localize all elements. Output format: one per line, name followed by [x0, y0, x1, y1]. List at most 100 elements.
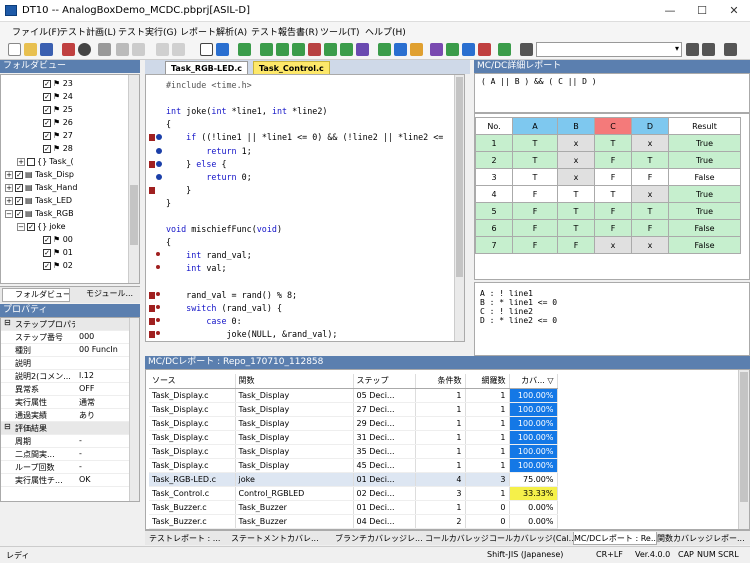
- open-folder-icon[interactable]: [24, 43, 37, 56]
- collapse-icon[interactable]: −: [17, 222, 25, 231]
- tree-item[interactable]: ✓ ⚑ 23: [43, 78, 73, 90]
- tree-item[interactable]: ✓ ⚑ 01: [43, 247, 73, 259]
- tree-scrollbar[interactable]: [128, 75, 139, 283]
- tree-item[interactable]: ✓ ⚑ 00: [43, 234, 73, 246]
- copy-icon[interactable]: [116, 43, 129, 56]
- tree-item[interactable]: ✓ ⚑ 28: [43, 143, 73, 155]
- menu-test-run[interactable]: テスト実行(G): [118, 25, 177, 38]
- menu-test-plan[interactable]: テスト計画(L): [59, 25, 116, 38]
- property-category[interactable]: ⊟ 評価結果: [1, 422, 131, 435]
- truth-table-row[interactable]: 7 F Fx x False: [475, 236, 741, 254]
- menu-report-analysis[interactable]: レポート解析(A): [180, 25, 247, 38]
- menu-test-report[interactable]: テスト報告書(R): [251, 25, 318, 38]
- tree-item[interactable]: ✓ ⚑ 02: [43, 260, 73, 272]
- tree-item[interactable]: ✓ ⚑ 27: [43, 130, 73, 142]
- tree-checkbox[interactable]: ✓: [43, 92, 51, 101]
- grid-icon[interactable]: [430, 43, 443, 56]
- find-prev-icon[interactable]: [686, 43, 699, 56]
- menu-file[interactable]: ファイル(F): [12, 25, 60, 38]
- play-icon[interactable]: [216, 43, 229, 56]
- truth-table-row[interactable]: 4 F T Tx True: [475, 185, 741, 203]
- gear-icon[interactable]: [98, 43, 111, 56]
- tree-checkbox[interactable]: ✓: [15, 183, 23, 192]
- undo-icon[interactable]: [156, 43, 169, 56]
- table-icon[interactable]: [238, 43, 251, 56]
- table-row[interactable]: Task_Display.c Task_Display 27 Deci... 1 1 10…: [149, 402, 558, 417]
- tree-checkbox[interactable]: [27, 157, 35, 166]
- table-row[interactable]: Task_Display.c Task_Display 05 Deci... 1 1 10…: [149, 388, 558, 403]
- tree-item[interactable]: − ✓{} joke: [17, 221, 66, 233]
- target-icon[interactable]: [78, 43, 91, 56]
- tree-checkbox[interactable]: ✓: [43, 105, 51, 114]
- chart-icon[interactable]: [462, 43, 475, 56]
- tab-report-2[interactable]: ブランチカバレッジレ...: [335, 532, 425, 545]
- property-row[interactable]: ループ回数 -: [1, 461, 131, 474]
- tab-task-rgb-led[interactable]: Task_RGB-LED.c: [165, 61, 249, 74]
- report-purple-icon[interactable]: [356, 43, 369, 56]
- report-check2-icon[interactable]: [276, 43, 289, 56]
- tree-item[interactable]: − ✓ ▤ Task_RGB: [5, 208, 74, 220]
- code-scrollbar[interactable]: [454, 75, 464, 341]
- property-row[interactable]: 種別 00 FuncIn: [1, 344, 131, 357]
- table-row[interactable]: Task_Display.c Task_Display 35 Deci... 1 1 10…: [149, 444, 558, 459]
- report-column-header[interactable]: ソース: [149, 374, 236, 389]
- collapse-icon[interactable]: ⊟: [4, 318, 11, 327]
- table-row[interactable]: Task_Display.c Task_Display 45 Deci... 1 1 10…: [149, 458, 558, 473]
- tree-checkbox[interactable]: ✓: [27, 222, 35, 231]
- truth-table-row[interactable]: 5 F T F T True: [475, 202, 741, 220]
- cut-icon[interactable]: [62, 43, 75, 56]
- tree-item[interactable]: ✓ ⚑ 26: [43, 117, 73, 129]
- report-check5-icon[interactable]: [340, 43, 353, 56]
- truth-table-row[interactable]: 1 Tx Tx True: [475, 134, 741, 152]
- save-icon[interactable]: [40, 43, 53, 56]
- table-row[interactable]: Task_Display.c Task_Display 31 Deci... 1 1 10…: [149, 430, 558, 445]
- collapse-icon[interactable]: −: [5, 209, 13, 218]
- expand-icon[interactable]: +: [17, 157, 25, 166]
- table-row[interactable]: Task_Buzzer.c Task_Buzzer 04 Deci... 2 0 0.00…: [149, 514, 558, 529]
- truth-table-row[interactable]: 3 Tx F F False: [475, 168, 741, 186]
- tree-checkbox[interactable]: ✓: [15, 209, 23, 218]
- find-next-icon[interactable]: [702, 43, 715, 56]
- property-row[interactable]: 実行属性 通常: [1, 396, 131, 409]
- menu-help[interactable]: ヘルプ(H): [365, 25, 406, 38]
- property-row[interactable]: 周期 -: [1, 435, 131, 448]
- tab-report-0[interactable]: テストレポート : ...: [149, 532, 231, 545]
- tab-report-1[interactable]: ステートメントカバレ...: [231, 532, 335, 545]
- report-check3-icon[interactable]: [292, 43, 305, 56]
- truth-table-row[interactable]: 6 F T F F False: [475, 219, 741, 237]
- tree-item[interactable]: + {} Task_(: [17, 156, 74, 168]
- property-row[interactable]: ステップ番号 000: [1, 331, 131, 344]
- tree-checkbox[interactable]: ✓: [43, 118, 51, 127]
- report-chart-icon[interactable]: [410, 43, 423, 56]
- code-editor[interactable]: #include <time.h> int joke(int *line1, in…: [145, 74, 465, 342]
- find-all-icon[interactable]: [724, 43, 737, 56]
- tree-item[interactable]: + ✓ ▤ Task_Disp: [5, 169, 74, 181]
- report-column-header[interactable]: 条件数: [415, 374, 466, 389]
- sort-icon[interactable]: [498, 43, 511, 56]
- tree-checkbox[interactable]: ✓: [43, 144, 51, 153]
- truth-table-row[interactable]: 2 Tx F T True: [475, 151, 741, 169]
- tree-checkbox[interactable]: ✓: [15, 170, 23, 179]
- report-check4-icon[interactable]: [324, 43, 337, 56]
- report-column-header[interactable]: 関数: [235, 374, 354, 389]
- expand-icon[interactable]: +: [5, 196, 13, 205]
- expand-icon[interactable]: +: [5, 170, 13, 179]
- tab-folder-view[interactable]: フォルダビュー: [2, 288, 70, 302]
- binoculars-icon[interactable]: [520, 43, 533, 56]
- property-row[interactable]: 通過実績 あり: [1, 409, 131, 422]
- report-check6-icon[interactable]: [378, 43, 391, 56]
- close-button[interactable]: ✕: [718, 0, 750, 22]
- tree-item[interactable]: ✓ ⚑ 25: [43, 104, 73, 116]
- tree-item[interactable]: ✓ ⚑ 24: [43, 91, 73, 103]
- menu-tools[interactable]: ツール(T): [320, 25, 360, 38]
- report-red-icon[interactable]: [308, 43, 321, 56]
- tree-checkbox[interactable]: ✓: [43, 261, 51, 270]
- report-blue-icon[interactable]: [394, 43, 407, 56]
- maximize-button[interactable]: ☐: [686, 0, 718, 22]
- expand-icon[interactable]: +: [5, 183, 13, 192]
- report-check-icon[interactable]: [260, 43, 273, 56]
- tree-checkbox[interactable]: ✓: [43, 235, 51, 244]
- tab-module[interactable]: モジュール...: [74, 288, 136, 302]
- tab-report-5[interactable]: MC/DCレポート : Re...: [573, 532, 657, 545]
- property-row[interactable]: 実行属性チ... OK: [1, 474, 131, 487]
